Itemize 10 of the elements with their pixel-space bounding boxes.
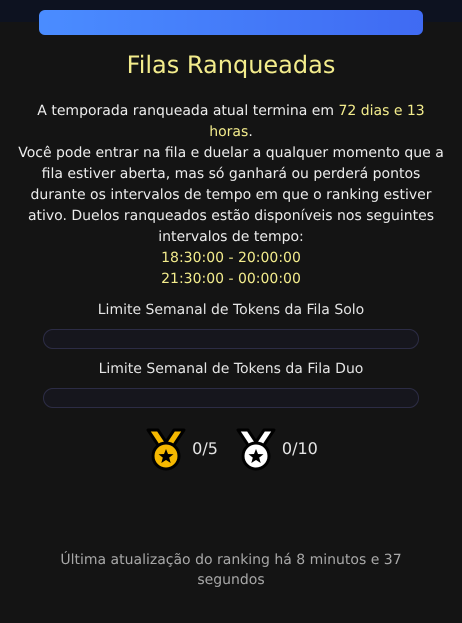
page-title: Filas Ranqueadas — [126, 50, 336, 81]
medal-count: 0/10 — [282, 438, 318, 460]
last-update-note: Última atualização do ranking há 8 minutos e 37 segundos — [59, 550, 403, 590]
token-limit-label: Limite Semanal de Tokens da Fila Duo — [98, 360, 364, 379]
description: Você pode entrar na fila e duelar a qualquer momento que a fila estiver aberta, mas só ganhará ou perderá pontos durante os intervalos de tempo em que o ranking estiver ativo. Duelos ranqueados estão disponíveis nos seguintes intervalos de tempo: — [17, 144, 445, 247]
medal-count: 0/5 — [192, 438, 218, 460]
season-note: A temporada ranqueada atual termina em 72 dias e 13 horas. — [36, 102, 426, 142]
token-limit-label: Limite Semanal de Tokens da Fila Solo — [98, 301, 364, 320]
time-interval: 18:30:00 - 20:00:00 — [161, 249, 301, 268]
time-interval: 21:30:00 - 00:00:00 — [161, 270, 301, 289]
